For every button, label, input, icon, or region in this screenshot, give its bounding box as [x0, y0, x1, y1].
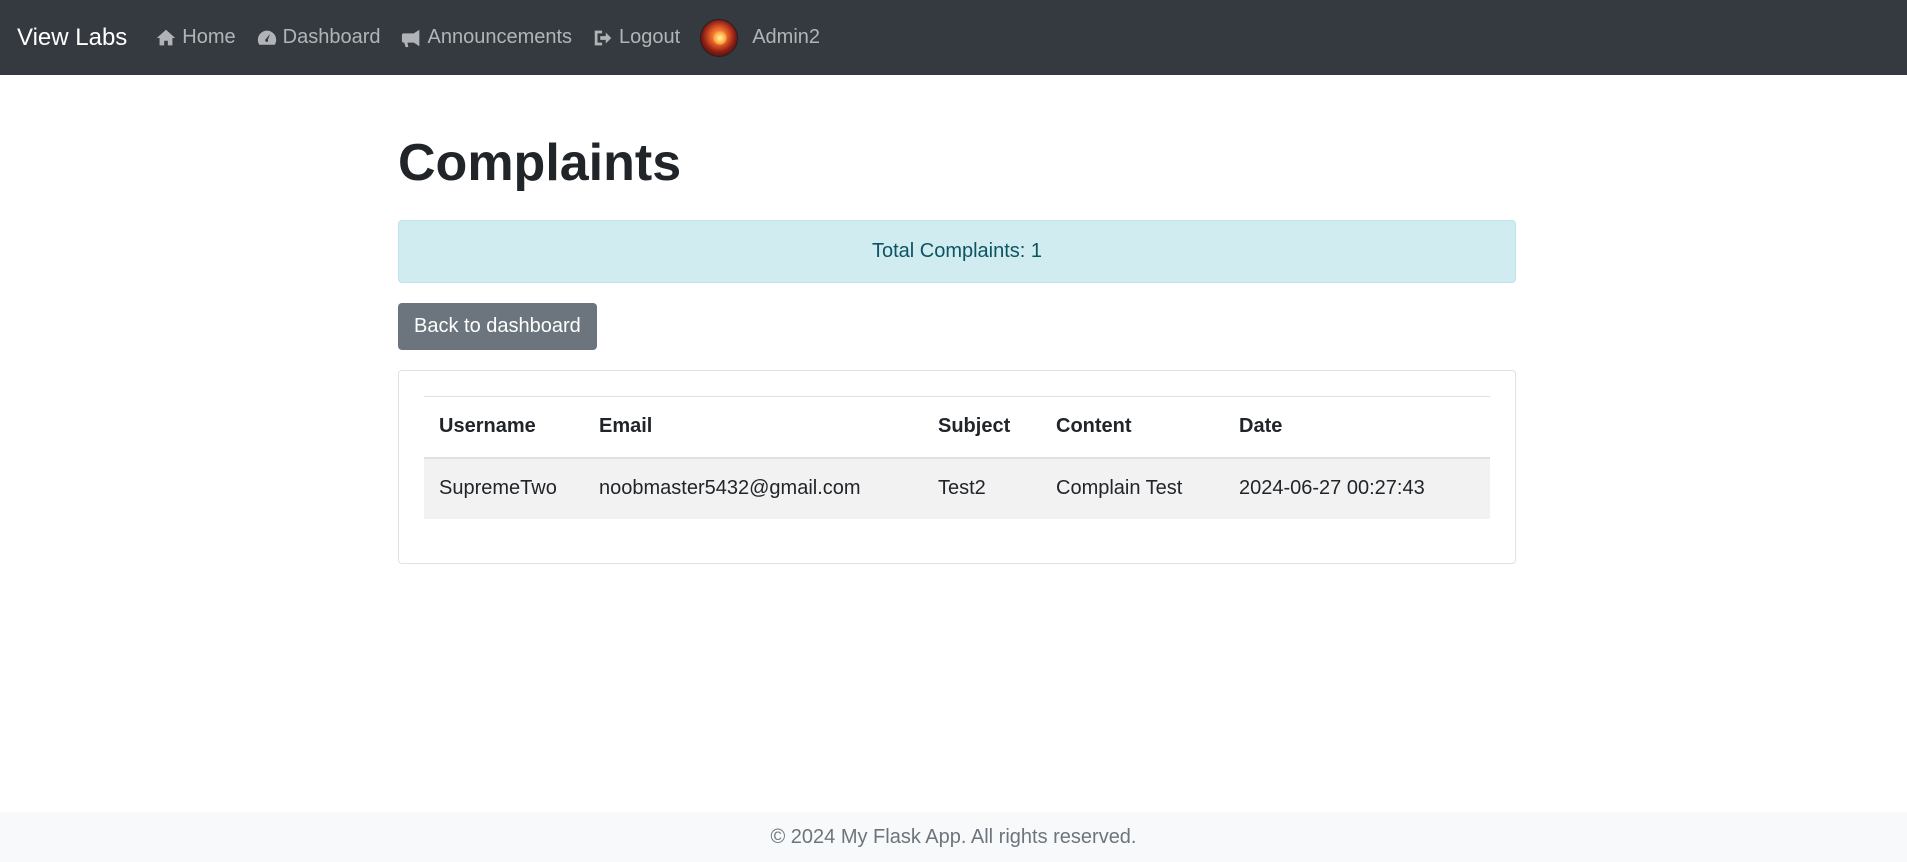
header-email: Email	[584, 396, 923, 459]
bullhorn-icon	[401, 29, 419, 47]
avatar[interactable]	[700, 18, 739, 57]
nav-dashboard-label: Dashboard	[282, 26, 381, 48]
home-icon	[157, 29, 176, 45]
header-username: Username	[424, 396, 584, 459]
nav-logout-label: Logout	[619, 26, 681, 48]
header-date: Date	[1224, 396, 1490, 459]
nav-logout[interactable]: Logout	[592, 26, 680, 49]
table-row: SupremeTwo noobmaster5432@gmail.com Test…	[424, 457, 1490, 519]
alert-text: Total Complaints: 1	[871, 240, 1043, 262]
complaints-table: Username Email Subject Content Date Supr…	[424, 396, 1490, 519]
nav-dashboard[interactable]: Dashboard	[256, 26, 381, 49]
nav-announcements-label: Announcements	[427, 26, 573, 48]
footer-text: © 2024 My Flask App. All rights reserved…	[770, 825, 1137, 848]
complaints-card: Username Email Subject Content Date Supr…	[398, 370, 1516, 564]
cell-email: noobmaster5432@gmail.com	[584, 457, 923, 519]
user-name[interactable]: Admin2	[752, 26, 820, 49]
back-to-dashboard-button[interactable]: Back to dashboard	[398, 303, 597, 350]
total-complaints-alert: Total Complaints: 1	[398, 220, 1516, 283]
logout-icon	[594, 30, 612, 45]
header-subject: Subject	[923, 396, 1041, 459]
nav-announcements[interactable]: Announcements	[401, 26, 573, 49]
nav-home[interactable]: Home	[155, 26, 236, 49]
footer: © 2024 My Flask App. All rights reserved…	[0, 812, 1907, 862]
header-content: Content	[1041, 396, 1224, 459]
cell-content: Complain Test	[1041, 457, 1224, 519]
page-title: Complaints	[398, 134, 682, 192]
cell-username: SupremeTwo	[424, 457, 584, 519]
cell-date: 2024-06-27 00:27:43	[1224, 457, 1490, 519]
cell-subject: Test2	[923, 457, 1041, 519]
main-content: Complaints Total Complaints: 1 Back to d…	[398, 75, 1516, 564]
navbar: View Labs Home Dashboard Announcements L…	[0, 0, 1907, 75]
table-header-row: Username Email Subject Content Date	[424, 396, 1490, 459]
nav-home-label: Home	[182, 26, 236, 48]
dashboard-icon	[257, 30, 276, 45]
brand-link[interactable]: View Labs	[17, 24, 127, 52]
